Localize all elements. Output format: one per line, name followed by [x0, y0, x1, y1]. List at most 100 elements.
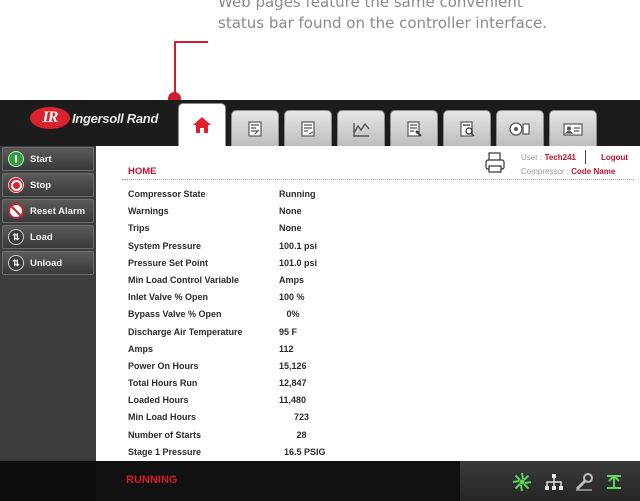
table-row: Total Hours Run 12,847 [128, 378, 359, 395]
settings-sheet-icon [301, 120, 315, 137]
load-button[interactable]: ⇅ Load [2, 225, 94, 249]
callout-leader-horizontal [174, 41, 208, 43]
callout-line-1: Web pages feature the same convenient [218, 0, 523, 11]
tab-user[interactable] [549, 110, 597, 146]
row-value: 0% [279, 309, 300, 320]
tab-sequencing[interactable] [496, 110, 544, 146]
row-label: Number of Starts [128, 429, 202, 440]
callout-leader-vertical [174, 41, 176, 96]
table-row: Stage 1 Pressure 16.5 PSIG [128, 447, 359, 461]
table-row: Power On Hours 15,126 [128, 361, 359, 378]
config-sheet-icon [248, 120, 262, 137]
reset-alarm-button[interactable]: Reset Alarm [2, 199, 94, 223]
top-bar: IR Ingersoll Rand [0, 100, 640, 146]
row-value: Amps [279, 274, 305, 285]
status-bar: RUNNING [0, 461, 640, 501]
row-value: 101.0 psi [279, 257, 318, 268]
reset-alarm-label: Reset Alarm [30, 205, 86, 217]
stop-label: Stop [30, 179, 52, 191]
logo-mark: IR [30, 107, 70, 129]
row-label: Stage 1 Pressure [128, 446, 202, 457]
row-label: Pressure Set Point [128, 257, 209, 268]
stop-icon [8, 177, 24, 193]
row-label: Compressor State [128, 189, 206, 199]
control-sidebar: Start Stop Reset Alarm ⇅ Load ⇅ Unload [0, 146, 96, 461]
row-value: 15,126 [279, 360, 307, 371]
tab-configuration[interactable] [231, 110, 279, 146]
printer-icon[interactable] [485, 152, 505, 174]
compressor-value: Code Name [571, 167, 616, 176]
tab-maintenance[interactable] [390, 110, 438, 146]
table-row: Compressor State Running [128, 189, 359, 206]
maintenance-sheet-icon [407, 120, 422, 137]
logout-link[interactable]: Logout [601, 153, 628, 162]
table-row: Bypass Valve % Open 0% [128, 309, 359, 326]
reset-alarm-icon [8, 203, 24, 219]
tab-settings[interactable] [284, 110, 332, 146]
callout-line-2: status bar found on the controller inter… [218, 14, 548, 32]
home-icon [193, 117, 211, 133]
controller-web-interface: IR Ingersoll Rand Start Stop Reset Alarm… [0, 100, 640, 501]
unload-icon: ⇅ [8, 255, 24, 271]
row-value: 112 [279, 343, 294, 354]
wrench-icon [575, 473, 593, 491]
header-separator [585, 150, 586, 164]
callout-text: Web pages feature the same convenient st… [218, 0, 628, 34]
home-page: HOME User : Tech241 Logout Compressor : … [96, 146, 640, 461]
row-value: Running [279, 189, 316, 199]
ingersoll-rand-logo: IR Ingersoll Rand [30, 107, 158, 129]
table-row: Trips None [128, 223, 359, 240]
user-value: Tech241 [544, 153, 577, 162]
trend-chart-icon [353, 122, 370, 137]
unload-button[interactable]: ⇅ Unload [2, 251, 94, 275]
row-label: Min Load Hours [128, 412, 196, 423]
running-status: RUNNING [126, 474, 178, 486]
load-label: Load [30, 231, 53, 243]
network-icon [545, 474, 563, 490]
status-table: Compressor State Running Warnings None Tri… [128, 189, 359, 461]
row-label: System Pressure [128, 240, 202, 251]
event-log-icon [460, 120, 475, 137]
tab-home[interactable] [178, 103, 226, 146]
status-bar-text-area: RUNNING [96, 461, 460, 501]
status-bar-icons [460, 461, 640, 501]
row-value: 100.1 psi [279, 240, 318, 251]
table-row: Loaded Hours 11,480 [128, 395, 359, 412]
fan-running-icon [512, 472, 532, 492]
row-label: Min Load Control Variable [128, 274, 240, 285]
logo-text: Ingersoll Rand [72, 110, 159, 126]
row-value: 28 [279, 429, 307, 440]
row-value: 95 F [279, 326, 298, 337]
row-value: 723 [279, 412, 310, 423]
row-value: None [279, 206, 302, 217]
table-row: Min Load Hours 723 [128, 412, 359, 429]
table-row: Discharge Air Temperature 95 F [128, 327, 359, 344]
tab-event-log[interactable] [443, 110, 491, 146]
title-divider [122, 179, 634, 180]
row-label: Loaded Hours [128, 395, 189, 406]
row-label: Total Hours Run [128, 378, 198, 389]
row-label: Amps [128, 343, 154, 354]
row-value: 16.5 PSIG [279, 446, 326, 457]
row-label: Discharge Air Temperature [128, 326, 243, 337]
start-icon [8, 151, 24, 167]
load-icon: ⇅ [8, 229, 24, 245]
table-row: Pressure Set Point 101.0 psi [128, 258, 359, 275]
row-label: Power On Hours [128, 360, 199, 371]
table-row: Amps 112 [128, 344, 359, 361]
start-button[interactable]: Start [2, 147, 94, 171]
table-row: System Pressure 100.1 psi [128, 241, 359, 258]
tab-trends[interactable] [337, 110, 385, 146]
row-value: 11,480 [279, 395, 307, 406]
compressor-info: Compressor : Code Name [521, 167, 615, 176]
unload-label: Unload [30, 257, 63, 269]
row-value: 100 % [279, 292, 305, 303]
table-row: Warnings None [128, 206, 359, 223]
row-label: Trips [128, 223, 150, 234]
stop-button[interactable]: Stop [2, 173, 94, 197]
compressor-label: Compressor : [521, 167, 570, 176]
sequencing-icon [509, 121, 530, 136]
start-label: Start [30, 153, 52, 165]
page-title: HOME [128, 166, 157, 177]
load-status-icon [607, 474, 621, 489]
